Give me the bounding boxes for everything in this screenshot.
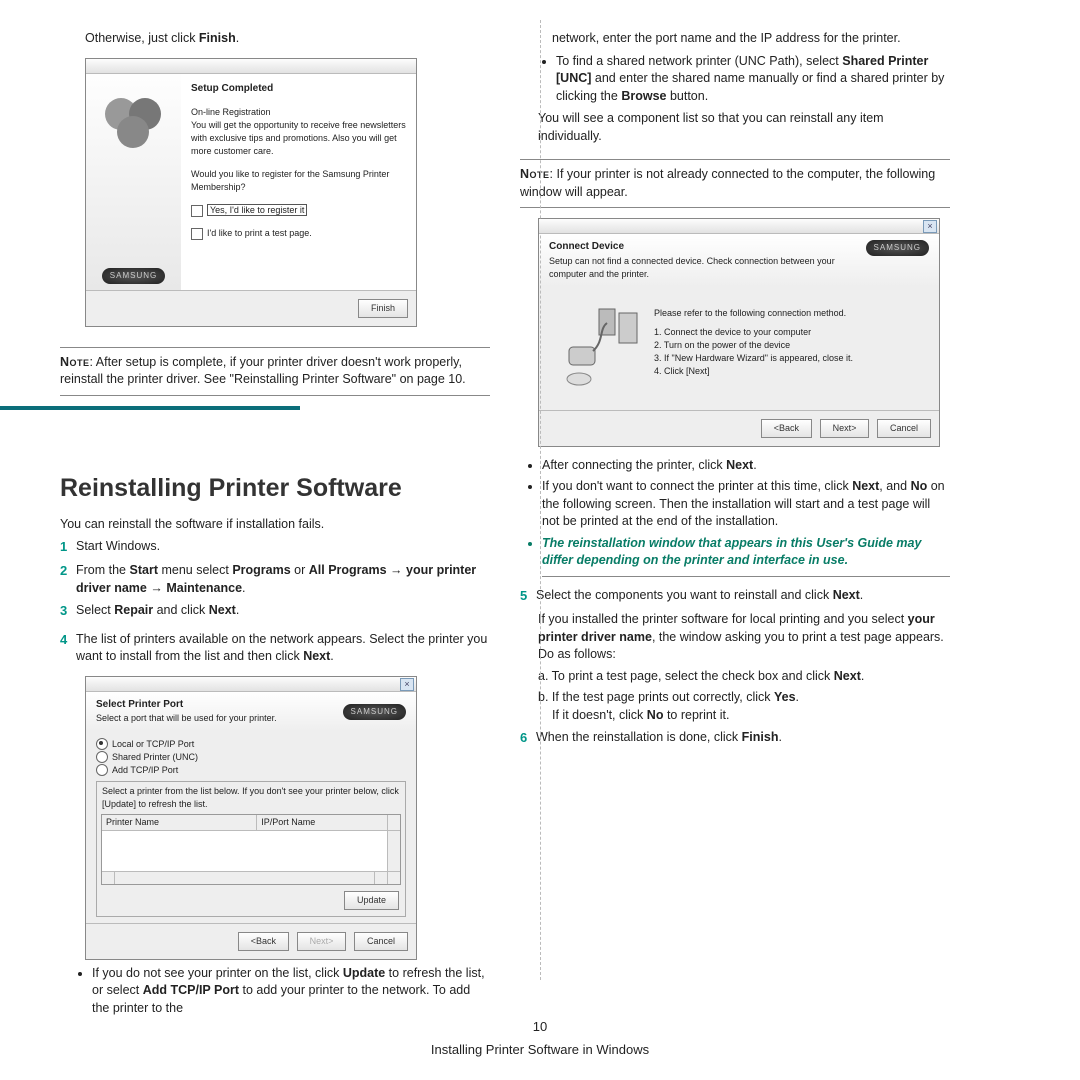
col-printer-name: Printer Name: [102, 815, 257, 830]
register-checkbox[interactable]: [191, 205, 203, 217]
step-1: Start Windows.: [76, 538, 490, 557]
intro-finish: Finish: [199, 31, 236, 45]
cont-text: network, enter the port name and the IP …: [552, 30, 950, 48]
close-icon[interactable]: ×: [923, 220, 937, 233]
back-button[interactable]: <Back: [238, 932, 289, 951]
cancel-button[interactable]: Cancel: [354, 932, 408, 951]
step-5: Select the components you want to reinst…: [536, 587, 950, 606]
samsung-logo: SAMSUNG: [102, 268, 165, 284]
step-2: From the Start menu select Programs or A…: [76, 562, 490, 597]
page-number: 10: [0, 1018, 1080, 1037]
next-button[interactable]: Next>: [297, 932, 347, 951]
section-heading: Reinstalling Printer Software: [60, 470, 490, 506]
opt-local-radio[interactable]: [96, 738, 108, 750]
next-button[interactable]: Next>: [820, 419, 870, 438]
scrollbar[interactable]: [387, 831, 400, 871]
samsung-logo: SAMSUNG: [343, 704, 406, 720]
left-column: Otherwise, just click Finish. SAMSUNG Se…: [60, 30, 490, 1022]
back-button[interactable]: <Back: [761, 419, 812, 438]
note-1: Note: After setup is complete, if your p…: [60, 347, 490, 396]
bullet-after-connect: After connecting the printer, click Next…: [542, 457, 950, 475]
cancel-button[interactable]: Cancel: [877, 419, 931, 438]
footer-title: Installing Printer Software in Windows: [0, 1041, 1080, 1060]
connect-device-dialog: × Connect Device Setup can not find a co…: [538, 218, 940, 447]
close-icon[interactable]: ×: [400, 678, 414, 691]
bullet-update: If you do not see your printer on the li…: [92, 965, 490, 1018]
col-ip-port: IP/Port Name: [257, 815, 387, 830]
bullet-unc: To find a shared network printer (UNC Pa…: [556, 53, 950, 106]
opt-addport-radio[interactable]: [96, 764, 108, 776]
select-port-dialog: × Select Printer Port Select a port that…: [85, 676, 417, 960]
intro-text: Otherwise, just click: [85, 31, 199, 45]
bullet-no-connect: If you don't want to connect the printer…: [542, 478, 950, 531]
note-2: Note: If your printer is not already con…: [520, 159, 950, 208]
wizard-graphic-icon: [99, 84, 169, 154]
green-note: The reinstallation window that appears i…: [542, 535, 950, 577]
setup-completed-dialog: SAMSUNG Setup Completed On-line Registra…: [85, 58, 417, 327]
connect-graphic-icon: [549, 301, 644, 396]
step-6: When the reinstallation is done, click F…: [536, 729, 950, 748]
opt-unc-radio[interactable]: [96, 751, 108, 763]
testpage-checkbox[interactable]: [191, 228, 203, 240]
finish-button[interactable]: Finish: [358, 299, 408, 318]
column-divider: [540, 20, 541, 980]
footer: 10 Installing Printer Software in Window…: [0, 1018, 1080, 1060]
samsung-logo: SAMSUNG: [866, 240, 929, 256]
step-3: Select Repair and click Next.: [76, 602, 490, 621]
update-button[interactable]: Update: [344, 891, 399, 910]
dlg3-title: Connect Device: [549, 240, 858, 255]
step-4: The list of printers available on the ne…: [76, 631, 490, 666]
dlg2-title: Select Printer Port: [96, 698, 277, 713]
right-column: network, enter the port name and the IP …: [520, 30, 950, 1022]
dlg1-title: Setup Completed: [191, 82, 406, 97]
